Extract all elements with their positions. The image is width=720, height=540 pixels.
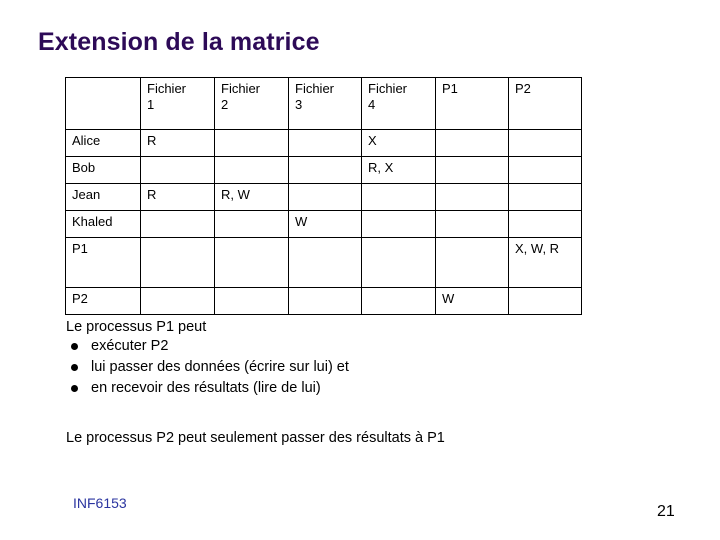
header-fichier-1-line2: 1 xyxy=(147,96,155,112)
slide: Extension de la matrice Fichier 1 Fichie… xyxy=(0,0,720,540)
header-fichier-3-line2: 3 xyxy=(295,96,303,112)
cell-bob-p1 xyxy=(435,156,509,184)
row-label-p1: P1 xyxy=(65,237,141,288)
cell-p2-fichier-2 xyxy=(214,287,289,315)
table-row: P1 X, W, R xyxy=(65,237,582,288)
bullet-dot-icon xyxy=(71,342,78,350)
cell-alice-fichier-3 xyxy=(288,129,362,157)
cell-p1-p2: X, W, R xyxy=(508,237,582,288)
cell-p1-fichier-1 xyxy=(140,237,215,288)
cell-jean-fichier-4 xyxy=(361,183,436,211)
row-label-khaled: Khaled xyxy=(65,210,141,238)
list-item-label: lui passer des données (écrire sur lui) … xyxy=(91,358,349,375)
cell-p2-fichier-1 xyxy=(140,287,215,315)
header-cell-fichier-4: Fichier 4 xyxy=(361,77,436,130)
row-label-p2: P2 xyxy=(65,287,141,315)
access-matrix-table: Fichier 1 Fichier 2 Fichier 3 Fichier 4 xyxy=(65,77,582,315)
cell-p2-fichier-3 xyxy=(288,287,362,315)
cell-jean-p1 xyxy=(435,183,509,211)
cell-alice-fichier-4: X xyxy=(361,129,436,157)
cell-bob-fichier-1 xyxy=(140,156,215,184)
notes-lead-line: Le processus P1 peut xyxy=(66,319,207,335)
table-row: Jean R R, W xyxy=(65,183,582,211)
cell-p1-fichier-3 xyxy=(288,237,362,288)
table-header-row: Fichier 1 Fichier 2 Fichier 3 Fichier 4 xyxy=(65,77,582,130)
cell-khaled-p2 xyxy=(508,210,582,238)
access-matrix-container: Fichier 1 Fichier 2 Fichier 3 Fichier 4 xyxy=(65,77,582,315)
list-item: en recevoir des résultats (lire de lui) xyxy=(66,379,626,398)
cell-jean-fichier-3 xyxy=(288,183,362,211)
notes-block: Le processus P1 peut exécuter P2 lui pas… xyxy=(66,320,626,400)
page-number: 21 xyxy=(657,503,675,520)
header-cell-fichier-3: Fichier 3 xyxy=(288,77,362,130)
cell-alice-p1 xyxy=(435,129,509,157)
cell-p1-fichier-2 xyxy=(214,237,289,288)
cell-khaled-fichier-1 xyxy=(140,210,215,238)
header-cell-p1: P1 xyxy=(435,77,509,130)
cell-p1-p1 xyxy=(435,237,509,288)
row-label-alice: Alice xyxy=(65,129,141,157)
list-item: exécuter P2 xyxy=(66,337,626,356)
cell-bob-fichier-2 xyxy=(214,156,289,184)
notes-bullet-list: exécuter P2 lui passer des données (écri… xyxy=(66,337,626,399)
cell-khaled-fichier-2 xyxy=(214,210,289,238)
cell-khaled-fichier-4 xyxy=(361,210,436,238)
header-cell-p2: P2 xyxy=(508,77,582,130)
header-fichier-2-line1: Fichier xyxy=(221,81,261,96)
header-fichier-2-line2: 2 xyxy=(221,96,229,112)
list-item-label: en recevoir des résultats (lire de lui) xyxy=(91,380,321,397)
header-fichier-4-line2: 4 xyxy=(368,96,376,112)
header-fichier-3-line1: Fichier xyxy=(295,81,335,96)
bullet-dot-icon xyxy=(71,385,78,393)
cell-p2-fichier-4 xyxy=(361,287,436,315)
header-fichier-4-line1: Fichier xyxy=(368,81,408,96)
cell-bob-fichier-3 xyxy=(288,156,362,184)
cell-p2-p1: W xyxy=(435,287,509,315)
cell-alice-p2 xyxy=(508,129,582,157)
cell-bob-p2 xyxy=(508,156,582,184)
list-item-label: exécuter P2 xyxy=(91,337,169,354)
table-row: P2 W xyxy=(65,287,582,315)
course-code-footer: INF6153 xyxy=(73,495,127,511)
cell-alice-fichier-2 xyxy=(214,129,289,157)
list-item: lui passer des données (écrire sur lui) … xyxy=(66,358,626,377)
cell-p2-p2 xyxy=(508,287,582,315)
cell-bob-fichier-4: R, X xyxy=(361,156,436,184)
header-fichier-1-line1: Fichier xyxy=(147,81,187,96)
cell-khaled-fichier-3: W xyxy=(288,210,362,238)
cell-jean-fichier-1: R xyxy=(140,183,215,211)
header-cell-fichier-1: Fichier 1 xyxy=(140,77,215,130)
cell-jean-fichier-2: R, W xyxy=(214,183,289,211)
notes-tail-line: Le processus P2 peut seulement passer de… xyxy=(66,430,445,446)
cell-alice-fichier-1: R xyxy=(140,129,215,157)
row-label-jean: Jean xyxy=(65,183,141,211)
table-row: Alice R X xyxy=(65,129,582,157)
table-row: Bob R, X xyxy=(65,156,582,184)
page-title: Extension de la matrice xyxy=(38,28,320,56)
cell-khaled-p1 xyxy=(435,210,509,238)
header-corner-cell xyxy=(65,77,141,130)
table-row: Khaled W xyxy=(65,210,582,238)
cell-jean-p2 xyxy=(508,183,582,211)
header-cell-fichier-2: Fichier 2 xyxy=(214,77,289,130)
cell-p1-fichier-4 xyxy=(361,237,436,288)
bullet-dot-icon xyxy=(71,363,78,371)
row-label-bob: Bob xyxy=(65,156,141,184)
